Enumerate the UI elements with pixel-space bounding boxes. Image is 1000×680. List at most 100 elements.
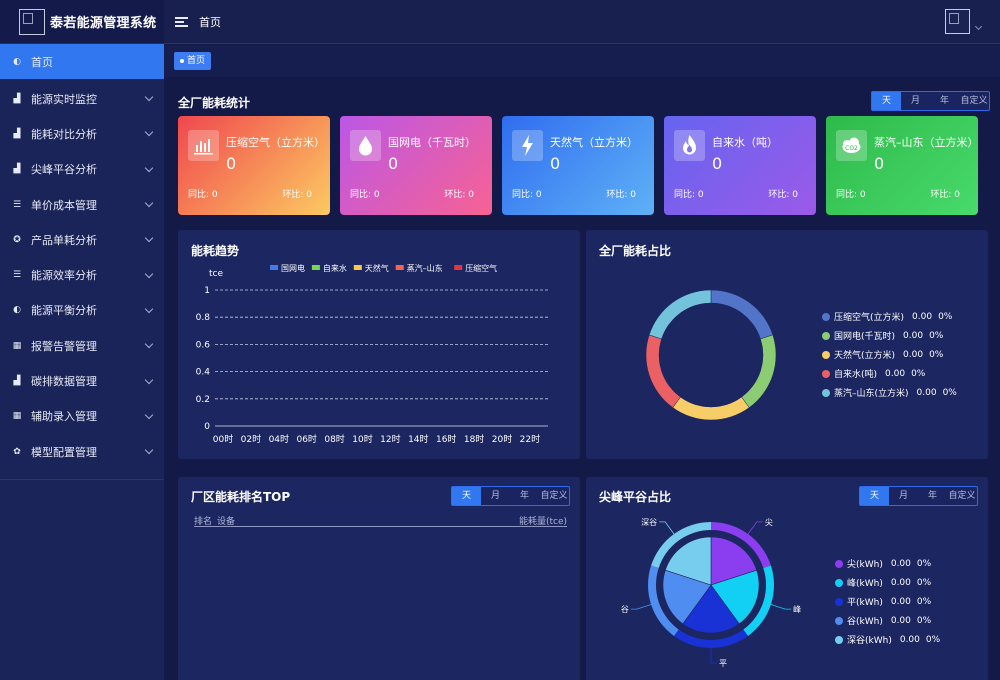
peak-label-leader: [770, 604, 792, 610]
legend-label: 平(kWh): [847, 598, 883, 608]
legend-percent: 0%: [929, 349, 944, 360]
sidebar-item-label: 报警告警管理: [31, 339, 97, 353]
sidebar-item-4[interactable]: ☰ 单价成本管理: [0, 187, 164, 222]
legend-label: 自来水(吨): [834, 370, 878, 380]
tab-home[interactable]: 首页: [174, 52, 212, 70]
share-slice[interactable]: [710, 289, 774, 340]
dashboard-icon: ◐: [13, 56, 21, 67]
sidebar-item-2[interactable]: ▟ 能耗对比分析: [0, 116, 164, 151]
avatar[interactable]: [945, 9, 970, 34]
stat-card-3[interactable]: 自来水（吨） 0 同比: 0 环比: 0: [664, 116, 816, 215]
peak-legend-item[interactable]: 深谷(kWh) 0.00 0%: [835, 633, 940, 646]
peak-label-leader: [710, 648, 717, 664]
share-legend-item[interactable]: 蒸汽–山东(立方米) 0.00 0%: [822, 386, 957, 399]
legend-percent: 0%: [925, 634, 941, 645]
trend-y-tick-label: 0.4: [196, 368, 211, 378]
share-slice[interactable]: [648, 289, 712, 340]
trend-x-tick-label: 16时: [436, 433, 456, 445]
trend-y-tick-label: 0.8: [196, 313, 211, 323]
plant-stats-title: 全厂能耗统计: [178, 96, 251, 110]
stat-card-yoy: 同比: 0: [836, 190, 866, 200]
legend-percent: 0%: [911, 368, 926, 379]
caret-down-icon[interactable]: [974, 22, 983, 31]
legend-value: 0.00: [916, 387, 937, 398]
trend-x-tick-label: 02时: [241, 433, 261, 445]
tabs-bar: 首页: [164, 45, 1000, 77]
legend-dot-icon: [835, 578, 843, 587]
list-icon: ☰: [12, 199, 22, 210]
sidebar-item-9[interactable]: ▟ 碳排数据管理: [0, 363, 164, 398]
range-option-3[interactable]: 自定义: [959, 92, 989, 110]
stat-card-mom: 环比: 0: [282, 190, 312, 200]
stat-card-yoy: 同比: 0: [188, 190, 218, 200]
peak-legend-item[interactable]: 平(kWh) 0.00 0%: [835, 595, 931, 608]
peak-slice-label: 尖: [765, 517, 773, 527]
bar-chart-icon: ▟: [13, 128, 21, 139]
dot-icon: [180, 59, 184, 63]
peak-legend-item[interactable]: 谷(kWh) 0.00 0%: [835, 614, 931, 627]
range-option-0[interactable]: 天: [872, 92, 901, 110]
legend-percent: 0%: [938, 311, 953, 322]
range-option-0[interactable]: 天: [452, 487, 481, 505]
legend-label: 天然气(立方米): [834, 351, 896, 361]
legend-label: 国网电(千瓦时): [834, 332, 896, 342]
stat-card-name: 蒸汽–山东（立方米）: [874, 136, 979, 149]
stat-card-4[interactable]: CO2 蒸汽–山东（立方米） 0 同比: 0 环比: 0: [826, 116, 979, 215]
share-slice[interactable]: [645, 334, 681, 408]
stat-card-1[interactable]: 国网电（千瓦时） 0 同比: 0 环比: 0: [340, 116, 492, 215]
trend-legend-label[interactable]: 压缩空气: [465, 263, 497, 273]
menu-toggle-icon[interactable]: [175, 16, 188, 27]
list-icon: ☰: [12, 270, 22, 281]
trend-legend-label[interactable]: 蒸汽–山东: [407, 263, 443, 273]
peak-legend-item[interactable]: 尖(kWh) 0.00 0%: [835, 557, 931, 570]
sidebar-item-3[interactable]: ▟ 尖峰平谷分析: [0, 152, 164, 187]
share-legend-item[interactable]: 天然气(立方米) 0.00 0%: [822, 348, 943, 361]
share-legend-item[interactable]: 自来水(吨) 0.00 0%: [822, 367, 925, 380]
peak-slice-label: 峰: [793, 604, 801, 614]
stat-card-yoy: 同比: 0: [674, 190, 704, 200]
range-option-2[interactable]: 年: [930, 92, 959, 110]
sidebar-item-10[interactable]: ▦ 辅助录入管理: [0, 399, 164, 434]
trend-y-tick-label: 1: [204, 286, 210, 296]
share-legend-item[interactable]: 国网电(千瓦时) 0.00 0%: [822, 329, 943, 342]
sidebar-item-11[interactable]: ✿ 模型配置管理: [0, 434, 164, 469]
sidebar-item-0[interactable]: ◐ 首页: [0, 44, 164, 79]
legend-label: 压缩空气(立方米): [834, 313, 905, 323]
trend-y-tick-label: 0.2: [196, 395, 210, 405]
gauge-icon: ◐: [13, 305, 21, 316]
target-icon: ✪: [13, 234, 21, 245]
sidebar-item-label: 首页: [31, 55, 53, 69]
legend-percent: 0%: [916, 577, 932, 588]
water-drop-icon: [350, 130, 381, 161]
trend-y-axis-label: tce: [209, 269, 223, 279]
peak-legend-item[interactable]: 峰(kWh) 0.00 0%: [835, 576, 931, 589]
sidebar-item-6[interactable]: ☰ 能源效率分析: [0, 257, 164, 292]
peak-label-leader: [747, 521, 763, 535]
lightning-icon: [512, 130, 543, 161]
stat-card-mom: 环比: 0: [930, 190, 960, 200]
stat-card-0[interactable]: 压缩空气（立方米） 0 同比: 0 环比: 0: [178, 116, 330, 215]
sidebar-item-1[interactable]: ▟ 能源实时监控: [0, 81, 164, 116]
range-option-1[interactable]: 月: [901, 92, 930, 110]
trend-legend-label[interactable]: 天然气: [365, 263, 389, 273]
share-slice[interactable]: [741, 334, 777, 408]
share-slice[interactable]: [672, 396, 750, 421]
legend-percent: 0%: [916, 558, 932, 569]
col-rank: 排名: [194, 517, 213, 527]
sidebar-item-8[interactable]: ▦ 报警告警管理: [0, 328, 164, 363]
bar-chart-icon: ▟: [13, 376, 21, 387]
range-option-2[interactable]: 年: [510, 487, 539, 505]
share-legend-item[interactable]: 压缩空气(立方米) 0.00 0%: [822, 310, 952, 323]
stat-card-2[interactable]: 天然气（立方米） 0 同比: 0 环比: 0: [502, 116, 654, 215]
sidebar-item-5[interactable]: ✪ 产品单耗分析: [0, 222, 164, 257]
trend-legend-label[interactable]: 自来水: [323, 263, 347, 273]
legend-value: 0.00: [890, 558, 911, 569]
sidebar-item-7[interactable]: ◐ 能源平衡分析: [0, 293, 164, 328]
col-device: 设备: [217, 517, 236, 527]
range-option-3[interactable]: 自定义: [539, 487, 569, 505]
plant-stats-range-selector: 天月年自定义: [871, 91, 990, 111]
trend-legend-label[interactable]: 国网电: [281, 263, 305, 273]
bar-chart-icon: ▟: [13, 164, 21, 175]
sidebar: 泰若能源管理系统 ◐ 首页 ▟ 能源实时监控 ▟ 能耗对比分析 ▟ 尖峰平谷分析 ☰ 单价成本管理…: [0, 0, 164, 680]
range-option-1[interactable]: 月: [481, 487, 510, 505]
